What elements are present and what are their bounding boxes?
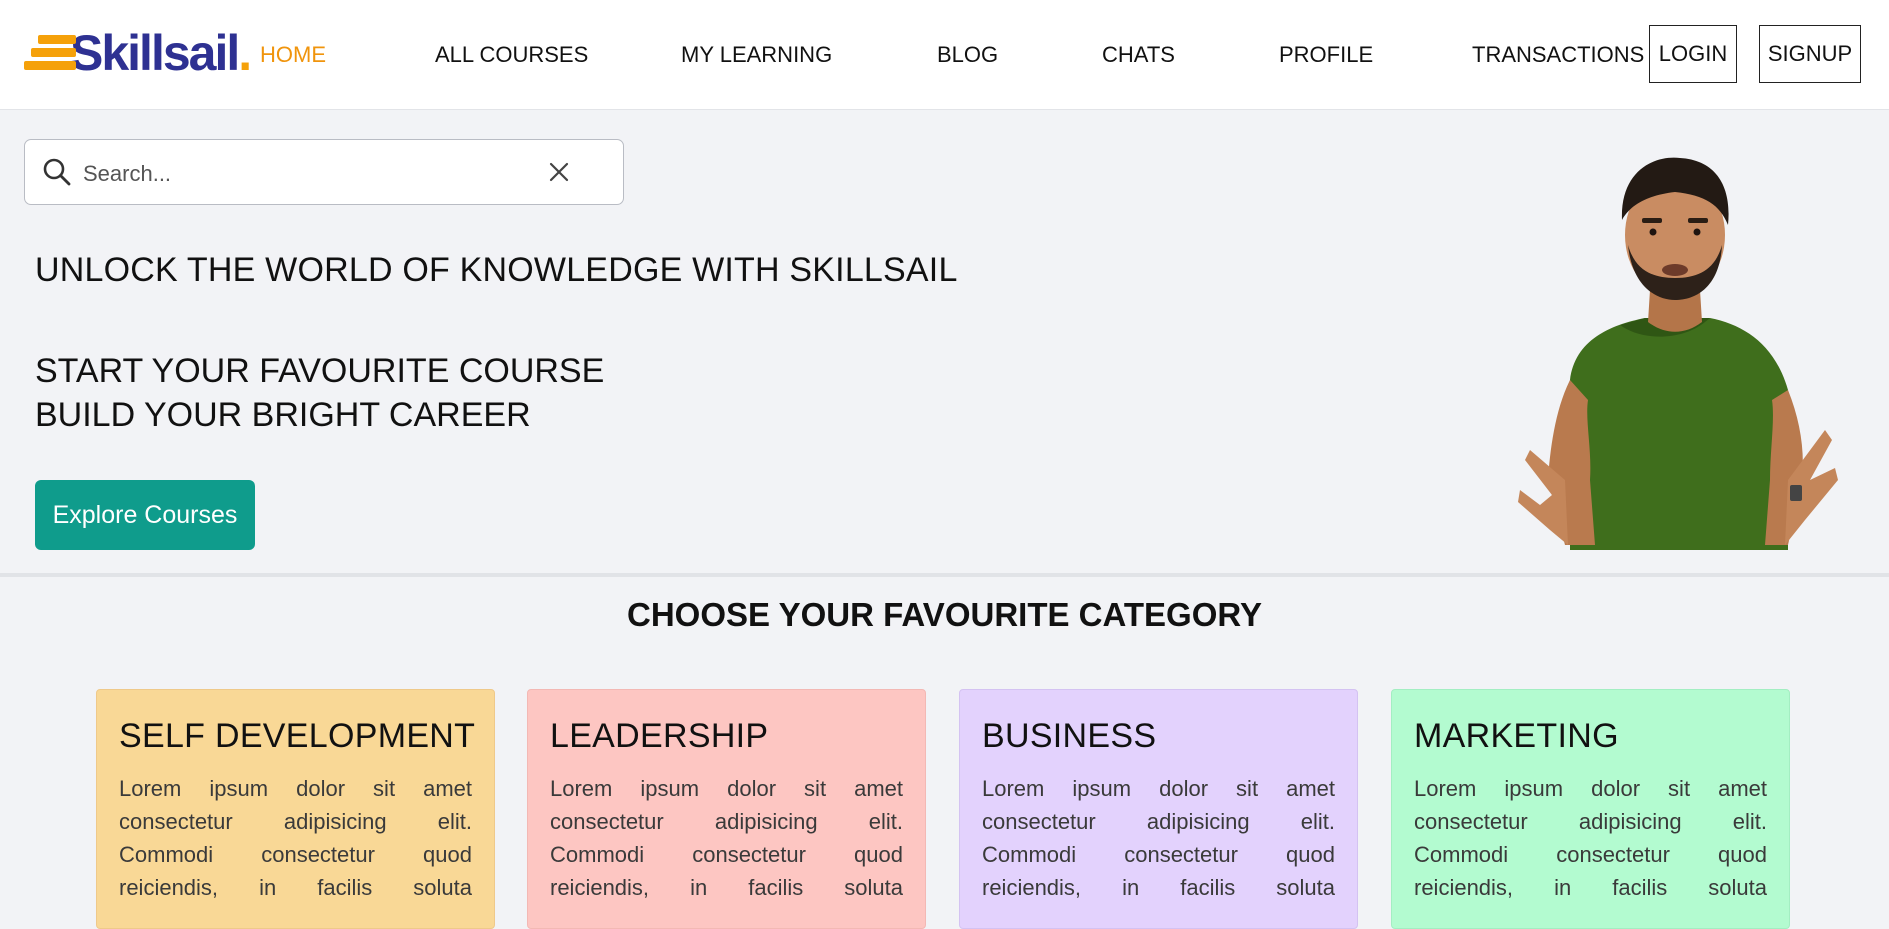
logo-text: Skillsail. xyxy=(70,25,252,81)
navbar: Skillsail. HOME ALL COURSES MY LEARNING … xyxy=(0,0,1889,110)
category-card-business[interactable]: BUSINESS Lorem ipsum dolor sit amet cons… xyxy=(959,689,1358,929)
search-icon xyxy=(43,158,71,186)
category-card-self-development[interactable]: SELF DEVELOPMENT Lorem ipsum dolor sit a… xyxy=(96,689,495,929)
explore-courses-button[interactable]: Explore Courses xyxy=(35,480,255,550)
close-icon[interactable] xyxy=(547,160,571,184)
hero-subtitle-line-2: BUILD YOUR BRIGHT CAREER xyxy=(35,396,531,434)
category-card-leadership[interactable]: LEADERSHIP Lorem ipsum dolor sit amet co… xyxy=(527,689,926,929)
category-card-title: SELF DEVELOPMENT xyxy=(119,717,476,755)
hero-presenter-image xyxy=(1518,157,1838,550)
signup-button[interactable]: SIGNUP xyxy=(1759,25,1861,83)
logo[interactable]: Skillsail. xyxy=(24,25,252,81)
section-divider xyxy=(0,573,1889,577)
nav-profile[interactable]: PROFILE xyxy=(1279,40,1373,70)
nav-chats[interactable]: CHATS xyxy=(1102,40,1175,70)
nav-my-learning[interactable]: MY LEARNING xyxy=(681,40,832,70)
category-card-description: Lorem ipsum dolor sit amet consectetur a… xyxy=(1414,776,1767,900)
login-button[interactable]: LOGIN xyxy=(1649,25,1737,83)
nav-all-courses[interactable]: ALL COURSES xyxy=(435,40,588,70)
category-card-title: LEADERSHIP xyxy=(550,717,769,755)
nav-home[interactable]: HOME xyxy=(260,40,326,70)
hero-subtitle-line-1: START YOUR FAVOURITE COURSE xyxy=(35,352,605,390)
logo-mark-icon xyxy=(24,33,78,73)
category-card-title: BUSINESS xyxy=(982,717,1157,755)
category-card-description: Lorem ipsum dolor sit amet consectetur a… xyxy=(982,776,1335,900)
category-card-marketing[interactable]: MARKETING Lorem ipsum dolor sit amet con… xyxy=(1391,689,1790,929)
search-box xyxy=(24,139,624,205)
category-card-description: Lorem ipsum dolor sit amet consectetur a… xyxy=(550,776,903,900)
nav-blog[interactable]: BLOG xyxy=(937,40,998,70)
hero-subtitle: START YOUR FAVOURITE COURSE BUILD YOUR B… xyxy=(35,349,604,437)
category-card-title: MARKETING xyxy=(1414,717,1619,755)
category-section-title: CHOOSE YOUR FAVOURITE CATEGORY xyxy=(626,596,1262,633)
hero-title: UNLOCK THE WORLD OF KNOWLEDGE WITH SKILL… xyxy=(35,251,958,289)
nav-transactions[interactable]: TRANSACTIONS xyxy=(1472,40,1644,70)
search-input[interactable] xyxy=(81,153,545,195)
category-card-description: Lorem ipsum dolor sit amet consectetur a… xyxy=(119,776,472,900)
